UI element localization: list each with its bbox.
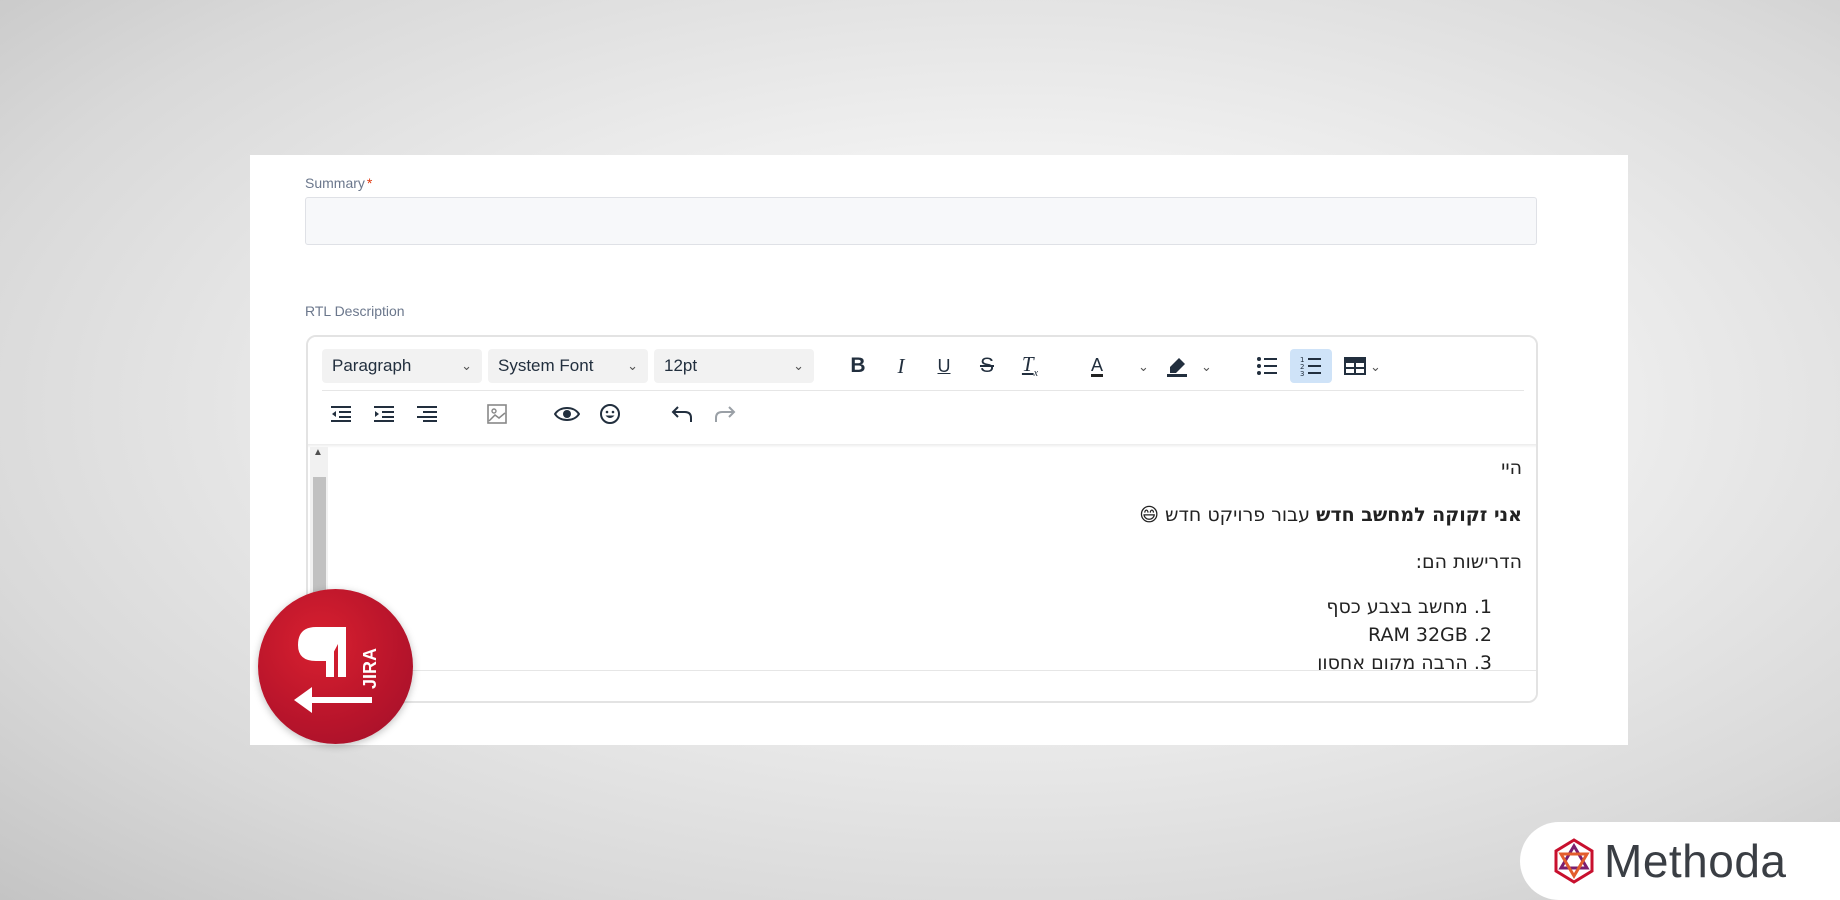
requirements-list: 1. מחשב בצבע כסף 2. RAM 32GB 3. הרבה מקו… [1317, 593, 1492, 677]
redo-icon [715, 406, 736, 422]
text-color-icon: A [1090, 354, 1103, 377]
editor-toolbar: Paragraph ⌄ System Font ⌄ 12pt ⌄ B I U S Tx [308, 337, 1536, 444]
redo-button[interactable] [706, 397, 744, 431]
outdent-button[interactable] [322, 397, 360, 431]
svg-text:3: 3 [1300, 370, 1304, 377]
summary-label: Summary * [305, 175, 373, 191]
align-right-button[interactable] [408, 397, 446, 431]
list-item: 2. RAM 32GB [1368, 624, 1492, 646]
chevron-down-icon[interactable]: ⌄ [1201, 359, 1212, 375]
greeting-line: היי [1501, 457, 1522, 479]
chevron-down-icon: ⌄ [627, 358, 638, 373]
clear-formatting-button[interactable]: Tx [1011, 349, 1049, 383]
font-family-select[interactable]: System Font ⌄ [488, 349, 648, 383]
request-bold-text: אני זקוקה למחשב חדש [1316, 504, 1522, 526]
chevron-down-icon[interactable]: ⌄ [1370, 359, 1381, 375]
requirements-intro: הדרישות הם: [1415, 551, 1522, 573]
emoji-button[interactable] [591, 397, 629, 431]
outdent-icon [331, 406, 351, 422]
bullet-list-icon [1257, 357, 1277, 375]
issue-form-card: Summary * RTL Description Paragraph ⌄ Syst… [250, 155, 1628, 745]
table-button[interactable] [1336, 349, 1374, 383]
insert-image-button[interactable] [478, 397, 516, 431]
toolbar-shadow [308, 444, 1536, 448]
numbered-list-button[interactable]: 1 2 3 [1290, 349, 1332, 383]
undo-icon [671, 406, 692, 422]
rtl-description-label: RTL Description [305, 303, 405, 319]
editor-status-bar [308, 670, 1536, 701]
block-format-select[interactable]: Paragraph ⌄ [322, 349, 482, 383]
font-size-select[interactable]: 12pt ⌄ [654, 349, 814, 383]
methoda-badge: Methoda [1520, 822, 1840, 900]
align-right-icon [417, 406, 437, 422]
numbered-list-icon: 1 2 3 [1300, 356, 1321, 377]
strikethrough-icon: S [979, 354, 994, 377]
undo-button[interactable] [663, 397, 701, 431]
underline-icon: U [937, 355, 951, 376]
bold-icon: B [850, 354, 866, 377]
scroll-up-arrow-icon[interactable]: ▲ [313, 447, 323, 458]
chevron-down-icon: ⌄ [461, 358, 472, 373]
toolbar-row-divider [322, 390, 1524, 391]
summary-input[interactable] [305, 197, 1537, 245]
request-rest-text: עבור פרויקט חדש [1159, 504, 1317, 526]
pilcrow-rtl-icon: JIRA [294, 627, 380, 713]
highlight-color-icon [1167, 358, 1187, 377]
indent-icon [374, 406, 394, 422]
rtl-for-jira-logo: JIRA [258, 589, 413, 744]
chevron-down-icon: ⌄ [793, 358, 804, 373]
italic-icon: I [897, 353, 905, 378]
image-icon [487, 404, 507, 424]
table-icon [1344, 357, 1366, 375]
methoda-logo-icon [1554, 838, 1594, 884]
methoda-wordmark: Methoda [1604, 835, 1787, 887]
clear-formatting-icon: Tx [1021, 352, 1039, 380]
jira-logo-text: JIRA [360, 648, 380, 689]
grinning-emoji: 😄 [1139, 504, 1160, 526]
list-item: 1. מחשב בצבע כסף [1326, 596, 1492, 618]
emoji-icon [600, 404, 620, 424]
strikethrough-button[interactable]: S [968, 349, 1006, 383]
bold-button[interactable]: B [839, 349, 877, 383]
bullet-list-button[interactable] [1248, 349, 1286, 383]
chevron-down-icon[interactable]: ⌄ [1138, 359, 1149, 375]
indent-button[interactable] [365, 397, 403, 431]
text-color-button[interactable]: A [1078, 349, 1116, 383]
highlight-color-button[interactable] [1158, 349, 1196, 383]
underline-button[interactable]: U [925, 349, 963, 383]
request-line: אני זקוקה למחשב חדש עבור פרויקט חדש 😄 [1139, 504, 1522, 526]
preview-button[interactable] [548, 397, 586, 431]
italic-button[interactable]: I [882, 349, 920, 383]
preview-eye-icon [554, 407, 580, 421]
rich-text-editor: Paragraph ⌄ System Font ⌄ 12pt ⌄ B I U S Tx [306, 335, 1538, 703]
required-marker: * [366, 175, 373, 191]
